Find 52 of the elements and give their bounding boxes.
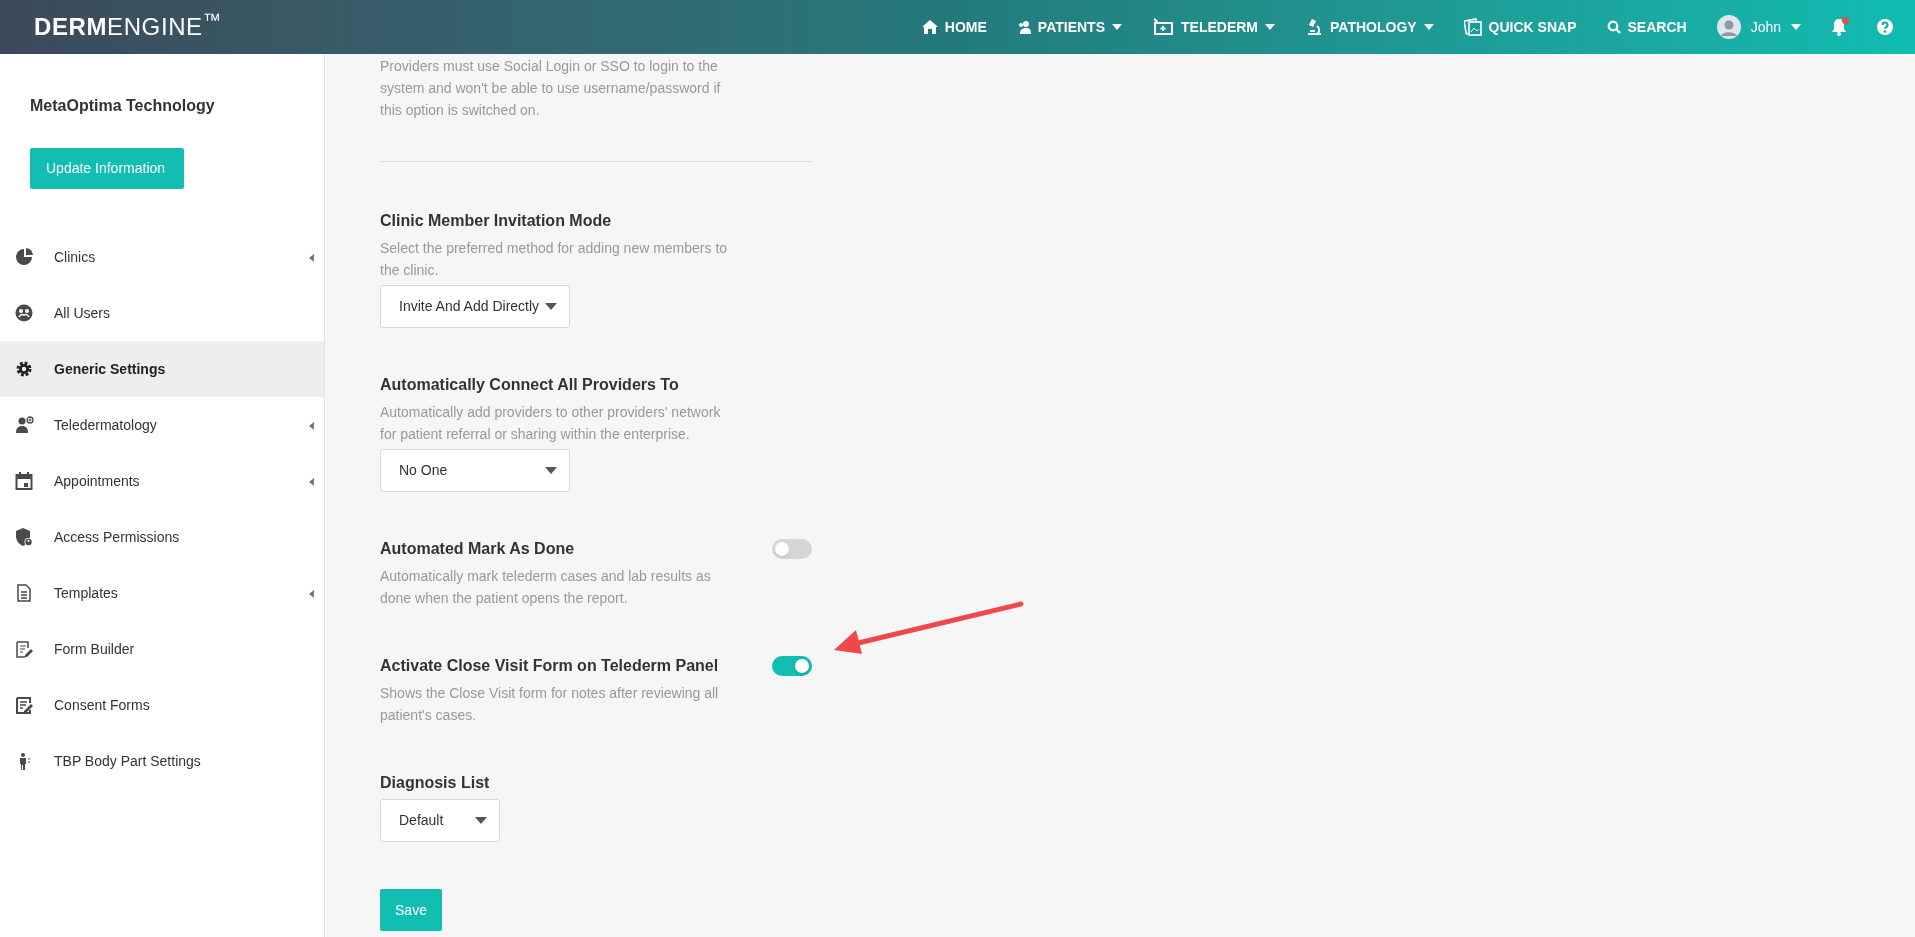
setting-description: Select the preferred method for adding new members to the clinic.: [380, 239, 729, 280]
microscope-icon: [1305, 18, 1323, 36]
sidebar-item[interactable]: Teledermatology: [0, 397, 324, 453]
pie-chart-icon: [15, 247, 34, 267]
search-icon: [1606, 20, 1621, 34]
setting-title: Automated Mark As Done: [380, 539, 576, 559]
setting-title: Automatically Connect All Providers To: [380, 375, 680, 395]
caret-icon: [475, 817, 487, 824]
sidebar-item[interactable]: Appointments: [0, 453, 324, 509]
sidebar-item[interactable]: Consent Forms: [0, 677, 324, 733]
monitor-plus-icon: [1152, 18, 1174, 36]
setting-title: Clinic Member Invitation Mode: [380, 211, 613, 231]
nav-link[interactable]: TELEDERM: [1152, 16, 1275, 38]
help-icon[interactable]: [1877, 19, 1893, 35]
nav-link[interactable]: PATIENTS: [1016, 16, 1122, 38]
users-circle-icon: [15, 303, 34, 323]
setting-title: Diagnosis List: [380, 773, 491, 793]
doctor-plus-icon: [15, 415, 34, 435]
setting-description: Shows the Close Visit form for notes after reviewing all patient's cases.: [380, 684, 720, 725]
photos-icon: [1463, 18, 1482, 36]
caret-icon: [545, 467, 557, 474]
users-icon: [1016, 20, 1031, 34]
setting-description: Automatically add providers to other providers' network for patient referral or sharing within the enterprise.: [380, 403, 722, 444]
document-list-icon: [15, 583, 34, 603]
sidebar-item[interactable]: TBP Body Part Settings: [0, 733, 324, 789]
sidebar-item[interactable]: Templates: [0, 565, 324, 621]
organization-name: MetaOptima Technology: [30, 96, 216, 116]
sidebar-item[interactable]: All Users: [0, 285, 324, 341]
dropdown-select[interactable]: Invite And Add Directly: [380, 285, 570, 328]
sidebar-item[interactable]: Form Builder: [0, 621, 324, 677]
setting-title: Activate Close Visit Form on Telederm Panel: [380, 656, 720, 676]
notifications-bell-icon[interactable]: [1831, 18, 1847, 36]
gear-icon: [15, 359, 34, 379]
toggle-switch[interactable]: [772, 539, 812, 559]
option-description: Providers must use Social Login or SSO to login to the system and won't be able to use username/password if this option is switched on.: [380, 57, 722, 120]
dropdown-select[interactable]: Default: [380, 799, 500, 842]
avatar-icon: [1716, 15, 1741, 39]
logo[interactable]: DERMENGINE$^{™}$: [34, 9, 222, 45]
home-icon: [921, 20, 938, 34]
sidebar-item[interactable]: Clinics: [0, 229, 324, 285]
toggle-switch[interactable]: [772, 656, 812, 676]
document-pen-icon: [15, 639, 34, 659]
sidebar-item[interactable]: Access Permissions: [0, 509, 324, 565]
nav-link[interactable]: HOME: [921, 16, 987, 38]
nav-link[interactable]: PATHOLOGY: [1305, 16, 1434, 38]
shield-user-icon: [15, 527, 34, 547]
sidebar-item[interactable]: Generic Settings: [0, 341, 324, 397]
dropdown-select[interactable]: No One: [380, 449, 570, 492]
caret-icon: [545, 303, 557, 310]
setting-description: Automatically mark telederm cases and lab results as done when the patient opens the report.: [380, 567, 712, 608]
calendar-icon: [15, 471, 34, 491]
edit-list-icon: [15, 695, 34, 715]
